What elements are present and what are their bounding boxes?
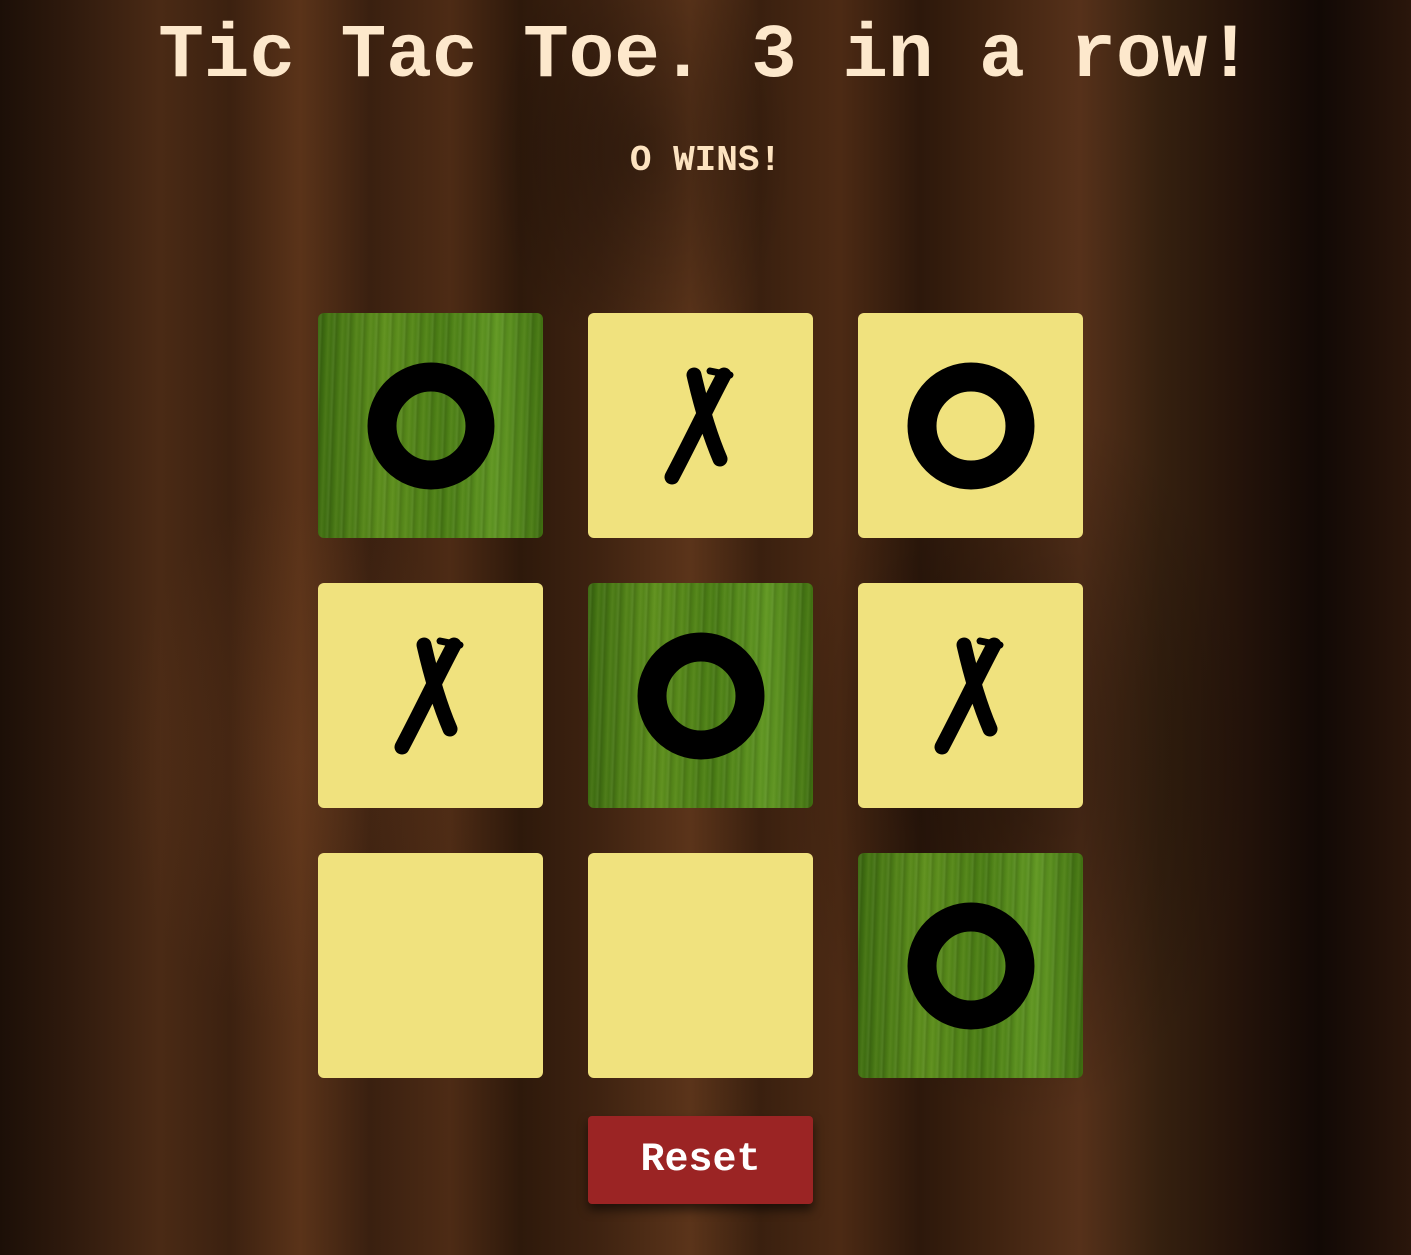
- board-cell-3[interactable]: [858, 313, 1083, 538]
- o-mark-icon: [907, 902, 1034, 1029]
- o-mark-icon: [907, 362, 1034, 489]
- board-cell-6[interactable]: [858, 583, 1083, 808]
- x-mark-icon: [394, 637, 463, 754]
- x-mark-icon: [664, 367, 733, 484]
- x-mark-icon: [934, 637, 1003, 754]
- game-page: { "header": { "title": "Tic Tac Toe. 3 i…: [0, 0, 1411, 1255]
- board-cell-5[interactable]: [588, 583, 813, 808]
- board-cell-2[interactable]: [588, 313, 813, 538]
- game-status: O WINS!: [629, 140, 782, 181]
- board-cell-1[interactable]: [318, 313, 543, 538]
- board-cell-8[interactable]: [588, 853, 813, 1078]
- game-board: [318, 313, 1083, 1078]
- board-cell-7[interactable]: [318, 853, 543, 1078]
- reset-button[interactable]: Reset: [588, 1116, 813, 1204]
- o-mark-icon: [367, 362, 494, 489]
- board-cell-4[interactable]: [318, 583, 543, 808]
- board-cell-9[interactable]: [858, 853, 1083, 1078]
- o-mark-icon: [637, 632, 764, 759]
- page-title: Tic Tac Toe. 3 in a row!: [158, 13, 1253, 99]
